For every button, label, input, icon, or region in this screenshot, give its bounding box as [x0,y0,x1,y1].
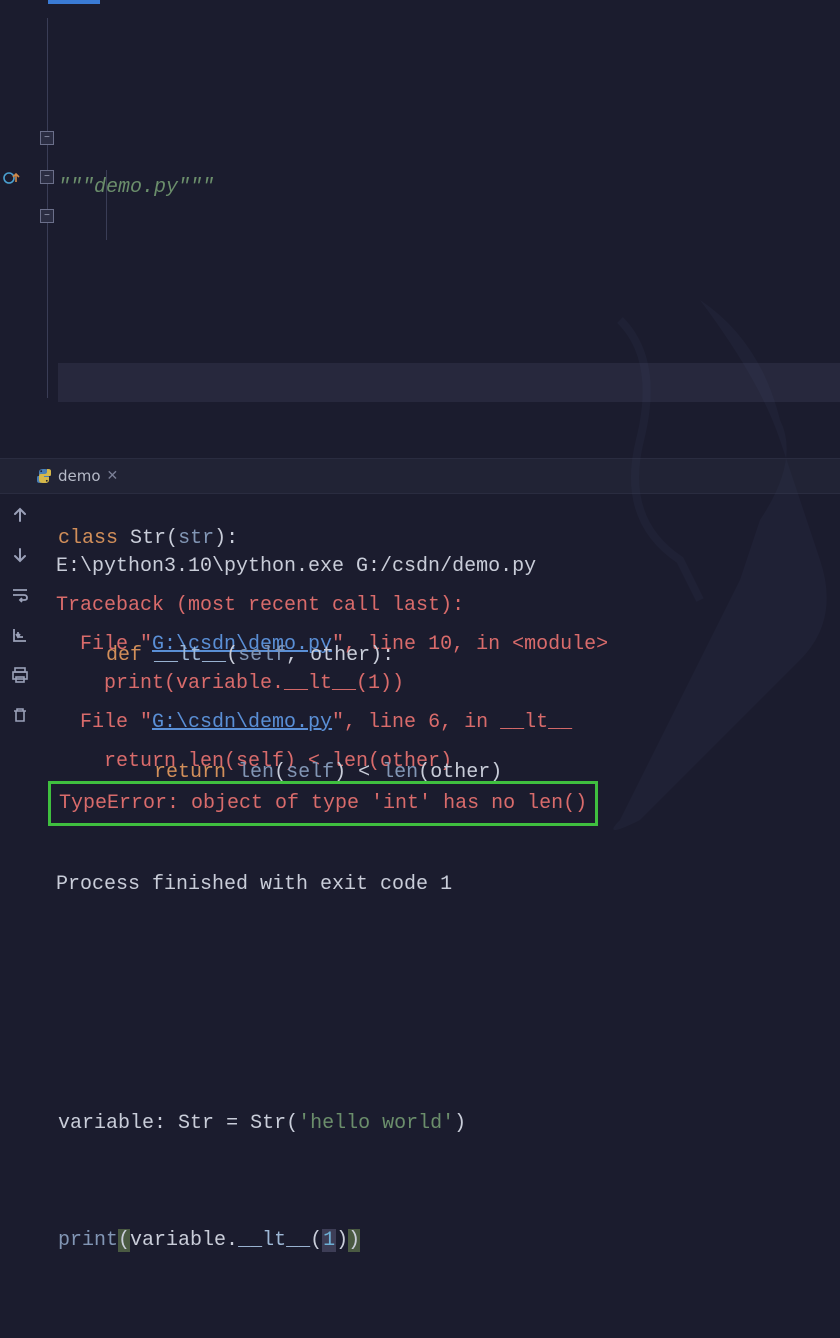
soft-wrap-icon[interactable] [9,584,31,606]
editor-pane[interactable]: − − − """demo.py""" class Str(str): def … [0,0,840,458]
docstring: """demo.py""" [58,176,214,199]
gutter: − − − [0,0,58,458]
arrow-down-icon[interactable] [9,544,31,566]
code-line[interactable]: def __lt__(self, other): [58,636,840,675]
fold-toggle[interactable]: − [40,209,54,223]
code-line[interactable]: """demo.py""" [58,168,840,207]
code-area[interactable]: """demo.py""" class Str(str): def __lt__… [58,0,840,458]
python-icon [36,468,52,484]
code-line[interactable]: variable: Str = Str('hello world') [58,1104,840,1143]
code-line[interactable]: return len(self) < len(other) [58,753,840,792]
fold-toggle[interactable]: − [40,131,54,145]
trash-icon[interactable] [9,704,31,726]
code-line[interactable]: class Str(str): [58,519,840,558]
override-icon[interactable] [2,168,22,188]
console-toolbar [0,494,40,855]
print-icon[interactable] [9,664,31,686]
fold-toggle[interactable]: − [40,170,54,184]
code-line[interactable]: print(variable.__lt__(1)) [58,1221,840,1260]
scroll-to-end-icon[interactable] [9,624,31,646]
arrow-up-icon[interactable] [9,504,31,526]
